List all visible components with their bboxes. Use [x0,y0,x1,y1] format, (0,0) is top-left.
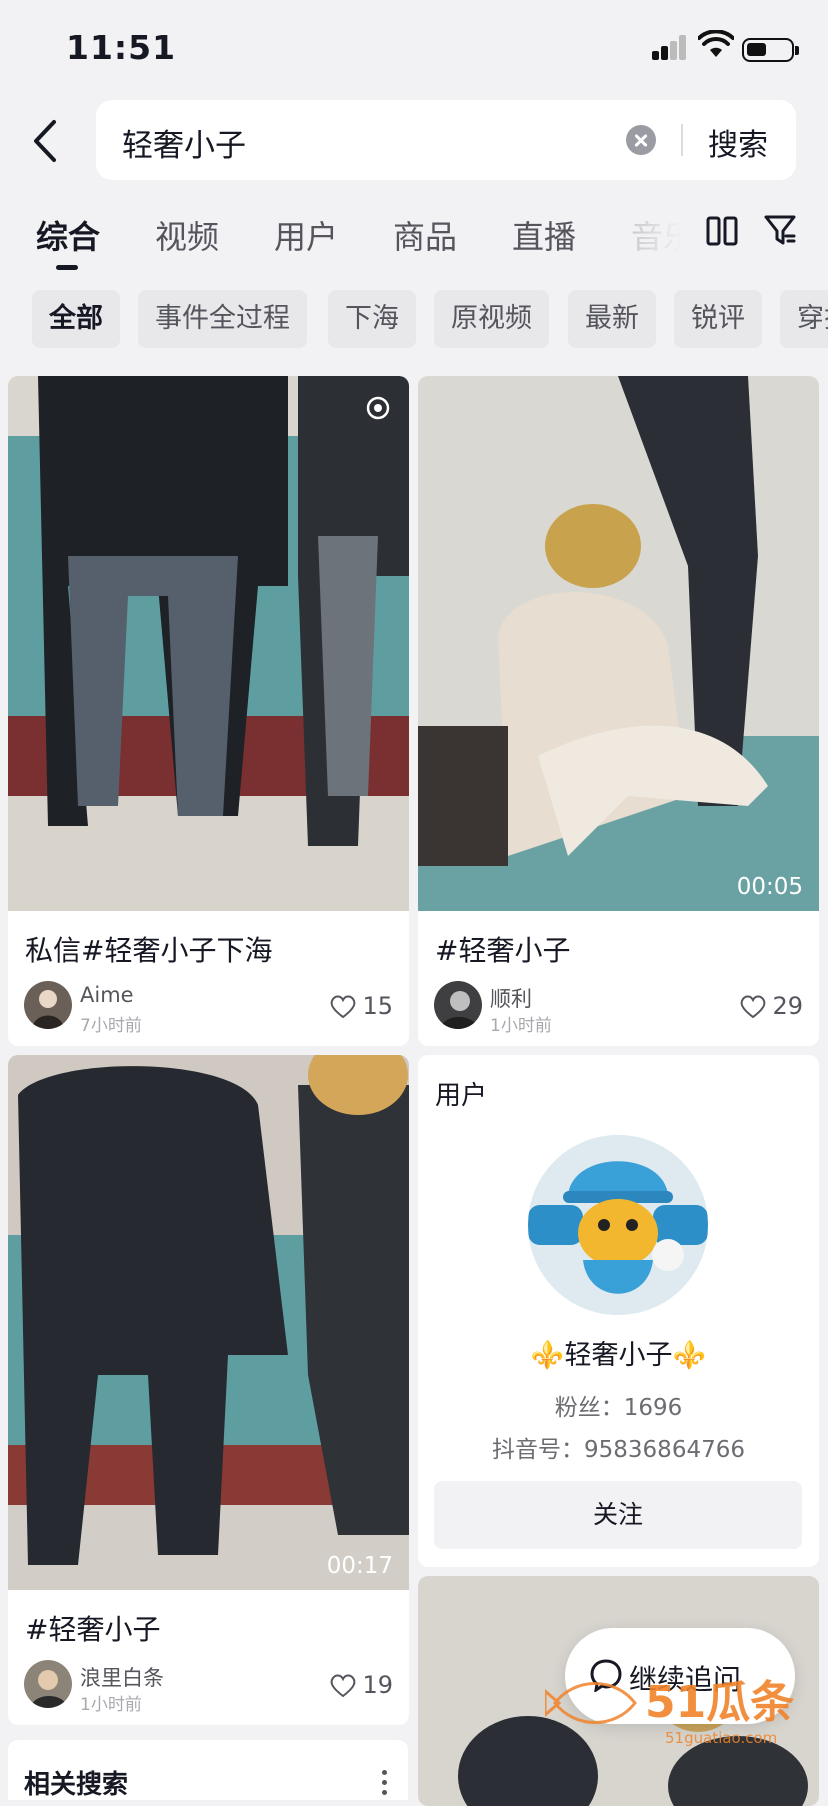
chip-outfit[interactable]: 穿搭 [780,290,828,348]
author-name[interactable]: Aime [80,983,134,1007]
tab-products[interactable]: 商品 [393,212,457,258]
status-time: 11:51 [66,28,177,67]
video-card[interactable]: 私信#轻奢小子下海 Aime 7小时前 15 [8,376,409,1046]
post-time: 1小时前 [80,1695,142,1715]
like-count: 19 [362,1671,393,1699]
chip-latest[interactable]: 最新 [568,290,656,348]
heart-icon [741,995,766,1018]
like-button[interactable]: 15 [329,992,393,1020]
like-count: 29 [772,992,803,1020]
chip-review[interactable]: 锐评 [674,290,762,348]
avatar[interactable] [434,981,482,1029]
like-count: 15 [362,992,393,1020]
section-label: 用户 [435,1081,488,1111]
video-thumbnail[interactable] [8,376,409,911]
clear-icon[interactable] [626,125,656,155]
wifi-icon [698,30,734,57]
video-card[interactable]: 00:05 #轻奢小子 顺利 1小时前 29 [418,376,819,1046]
video-duration: 00:17 [327,1553,393,1579]
heart-icon [331,1674,356,1697]
video-thumbnail[interactable]: 00:05 [418,376,819,911]
chip-full-story[interactable]: 事件全过程 [138,290,307,348]
like-button[interactable]: 29 [739,992,803,1020]
video-title[interactable]: 私信#轻奢小子下海 [25,929,272,969]
filter-icon[interactable] [764,214,798,248]
video-thumbnail[interactable]: 00:17 [8,1055,409,1590]
chip-xiahai[interactable]: 下海 [328,290,416,348]
search-input[interactable]: 轻奢小子 搜索 [96,100,796,180]
cellular-signal-icon [652,34,688,60]
layout-toggle-icon[interactable] [706,216,738,246]
video-card[interactable]: 00:17 #轻奢小子 浪里白条 1小时前 19 [8,1055,409,1725]
video-title[interactable]: #轻奢小子 [25,1608,160,1648]
follower-count: 粉丝：1696 [554,1395,683,1421]
search-button[interactable]: 搜索 [708,120,768,164]
post-time: 7小时前 [80,1016,142,1036]
tab-live[interactable]: 直播 [512,212,576,258]
like-button[interactable]: 19 [329,1671,393,1699]
avatar[interactable] [24,1660,72,1708]
douyin-id: 抖音号：95836864766 [492,1437,745,1463]
user-result-card[interactable]: 用户 ⚜️轻奢小子⚜️ 粉丝：1696 抖音号：95836864766 关注 [418,1055,819,1567]
svg-text:51瓜条: 51瓜条 [645,1677,794,1728]
battery-icon [742,38,799,62]
search-query[interactable]: 轻奢小子 [122,120,246,165]
tab-users[interactable]: 用户 [274,212,338,258]
heart-icon [331,995,356,1018]
related-search-title: 相关搜索 [24,1770,129,1800]
more-icon[interactable] [382,1770,388,1800]
related-search-card[interactable]: 相关搜索 [8,1740,408,1800]
video-duration: 00:05 [737,874,803,900]
chip-all[interactable]: 全部 [32,290,120,348]
svg-text:51guatiao.com: 51guatiao.com [665,1729,777,1747]
avatar[interactable] [24,981,72,1029]
user-avatar[interactable] [528,1135,708,1315]
tab-fade [610,200,700,260]
chip-original-video[interactable]: 原视频 [434,290,549,348]
tab-videos[interactable]: 视频 [155,212,219,258]
site-watermark-logo: 51瓜条 51guatiao.com [545,1677,794,1747]
search-divider [681,124,683,156]
tab-overall[interactable]: 综合 [36,212,100,258]
author-name[interactable]: 浪里白条 [80,1662,164,1692]
user-name[interactable]: ⚜️轻奢小子⚜️ [418,1333,819,1372]
follow-button[interactable]: 关注 [434,1481,802,1549]
author-name[interactable]: 顺利 [490,983,532,1013]
active-tab-indicator [56,265,78,270]
video-title[interactable]: #轻奢小子 [435,929,570,969]
post-time: 1小时前 [490,1016,552,1036]
back-arrow-icon[interactable] [28,116,68,166]
